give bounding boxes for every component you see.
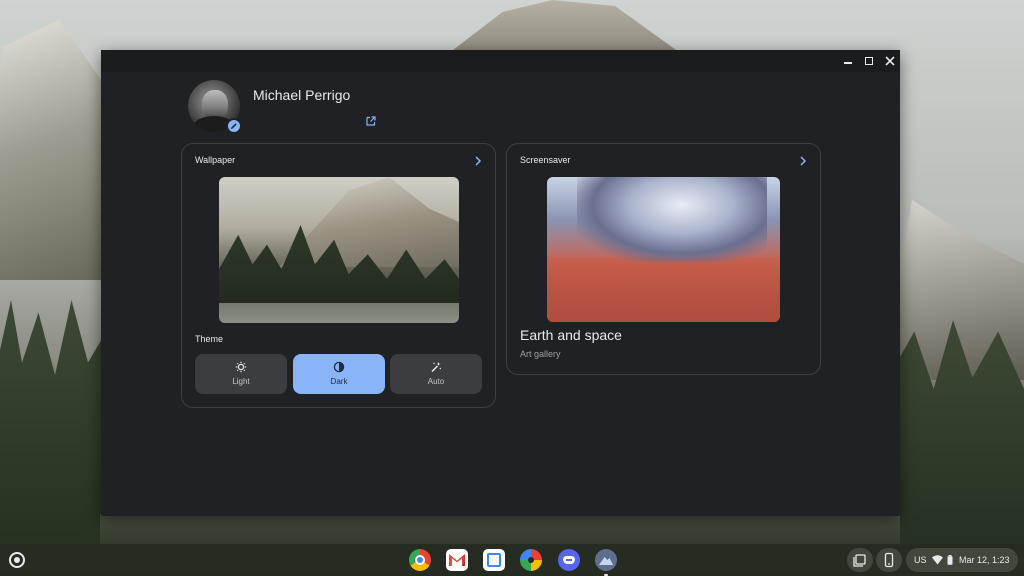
pencil-icon <box>231 123 237 129</box>
shelf: US Mar 12, 1:23 <box>0 544 1024 576</box>
theme-auto-button[interactable]: Auto <box>390 354 482 394</box>
minimize-button[interactable] <box>839 53 857 69</box>
gmail-icon[interactable] <box>446 549 468 571</box>
calendar-icon[interactable] <box>483 549 505 571</box>
screensaver-card-title: Screensaver <box>520 155 571 165</box>
holding-space-icon <box>853 554 866 567</box>
discord-icon[interactable] <box>558 549 580 571</box>
screensaver-preview[interactable] <box>547 177 780 322</box>
wallpaper-mountain-right <box>880 200 1024 380</box>
input-method-indicator: US <box>914 555 927 565</box>
chevron-right-icon <box>800 156 807 166</box>
magic-wand-icon <box>431 362 441 373</box>
wallpaper-open-button[interactable] <box>473 154 483 166</box>
battery-icon <box>947 555 953 565</box>
theme-dark-label: Dark <box>330 377 348 386</box>
holding-space-button[interactable] <box>847 548 873 572</box>
contrast-icon <box>333 361 345 373</box>
edit-avatar-button[interactable] <box>226 118 242 134</box>
phone-hub-button[interactable] <box>876 548 902 572</box>
minimize-icon <box>844 62 852 64</box>
screensaver-collection-source: Art gallery <box>520 349 561 359</box>
photos-icon[interactable] <box>520 549 542 571</box>
screensaver-preview-red-layer <box>547 257 780 322</box>
theme-label: Theme <box>195 334 224 344</box>
screensaver-card: Screensaver Earth and space Art gallery <box>506 143 821 375</box>
wallpaper-trees-left <box>0 300 110 550</box>
wallpaper-card-title: Wallpaper <box>195 155 236 165</box>
user-name: Michael Perrigo <box>253 87 351 103</box>
account-link-button[interactable] <box>365 114 377 126</box>
wallpaper-trees-right <box>895 320 1024 550</box>
theme-light-label: Light <box>232 377 250 386</box>
status-area[interactable]: US Mar 12, 1:23 <box>906 548 1018 572</box>
close-icon <box>885 56 895 66</box>
wallpaper-card: Wallpaper Theme Light Dark Auto <box>181 143 496 408</box>
brightness-icon <box>235 361 247 373</box>
screensaver-collection-name: Earth and space <box>520 327 622 343</box>
chevron-right-icon <box>475 156 482 166</box>
wallpaper-preview-snow <box>219 303 459 323</box>
phone-icon <box>884 552 894 568</box>
clock: Mar 12, 1:23 <box>959 555 1010 565</box>
personalization-icon[interactable] <box>595 549 617 571</box>
chrome-icon[interactable] <box>409 549 431 571</box>
theme-auto-label: Auto <box>427 377 445 386</box>
wallpaper-preview[interactable] <box>219 177 459 323</box>
personalization-window: Michael Perrigo Wallpaper Theme Light Da… <box>101 50 900 516</box>
screensaver-open-button[interactable] <box>798 154 808 166</box>
maximize-button[interactable] <box>860 53 878 69</box>
wifi-icon <box>932 555 943 565</box>
title-bar[interactable] <box>101 50 900 72</box>
open-in-new-icon <box>366 116 376 126</box>
maximize-icon <box>865 57 873 65</box>
launcher-button[interactable] <box>9 552 25 568</box>
theme-light-button[interactable]: Light <box>195 354 287 394</box>
theme-dark-button[interactable]: Dark <box>293 354 385 394</box>
screensaver-preview-swirl <box>577 177 767 262</box>
close-button[interactable] <box>881 53 899 69</box>
